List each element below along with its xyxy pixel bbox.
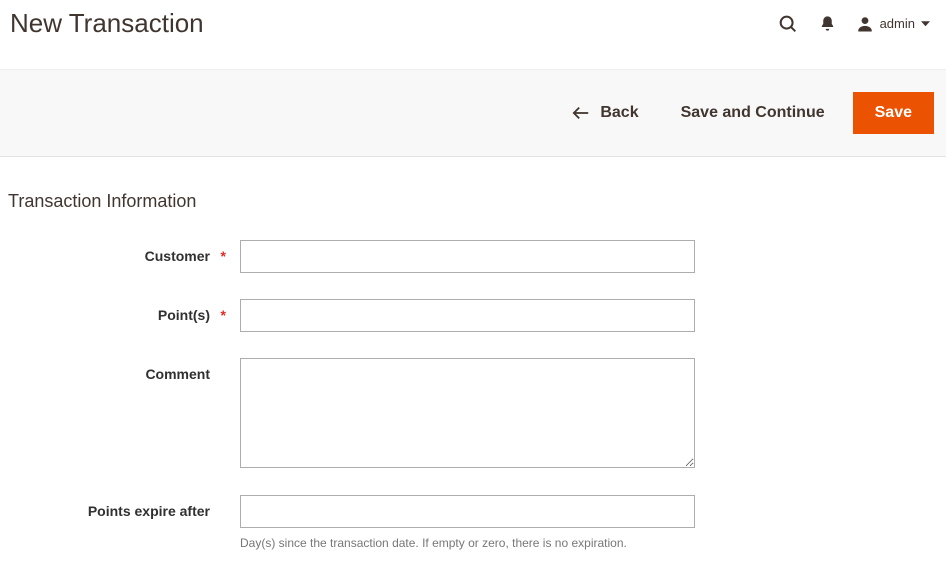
required-asterisk: * <box>221 248 226 264</box>
action-bar: Back Save and Continue Save <box>0 69 946 157</box>
user-icon <box>856 15 874 33</box>
bell-icon[interactable] <box>819 14 836 33</box>
comment-textarea[interactable] <box>240 358 695 468</box>
save-continue-button[interactable]: Save and Continue <box>667 96 839 130</box>
expire-label: Points expire after <box>0 495 240 519</box>
search-icon[interactable] <box>777 13 799 35</box>
admin-user-label: admin <box>880 16 915 31</box>
section-title: Transaction Information <box>8 191 946 212</box>
save-button[interactable]: Save <box>853 92 934 134</box>
chevron-down-icon <box>921 19 930 28</box>
field-points: Point(s) * <box>0 299 946 332</box>
field-customer: Customer * <box>0 240 946 273</box>
header-actions: admin <box>777 13 936 35</box>
page-header: New Transaction admin <box>0 0 946 51</box>
expire-input[interactable] <box>240 495 695 528</box>
required-asterisk: * <box>221 307 226 323</box>
field-comment: Comment <box>0 358 946 473</box>
transaction-form: Customer * Point(s) * Comment Points exp… <box>0 234 946 550</box>
points-input[interactable] <box>240 299 695 332</box>
admin-user-menu[interactable]: admin <box>856 15 930 33</box>
back-label: Back <box>600 104 638 122</box>
expire-note: Day(s) since the transaction date. If em… <box>240 536 695 550</box>
points-label: Point(s) * <box>0 299 240 323</box>
page-title: New Transaction <box>10 8 204 39</box>
customer-label: Customer * <box>0 240 240 264</box>
customer-input[interactable] <box>240 240 695 273</box>
back-button[interactable]: Back <box>558 96 652 130</box>
field-expire: Points expire after Day(s) since the tra… <box>0 495 946 550</box>
arrow-left-icon <box>572 106 590 120</box>
comment-label: Comment <box>0 358 240 382</box>
